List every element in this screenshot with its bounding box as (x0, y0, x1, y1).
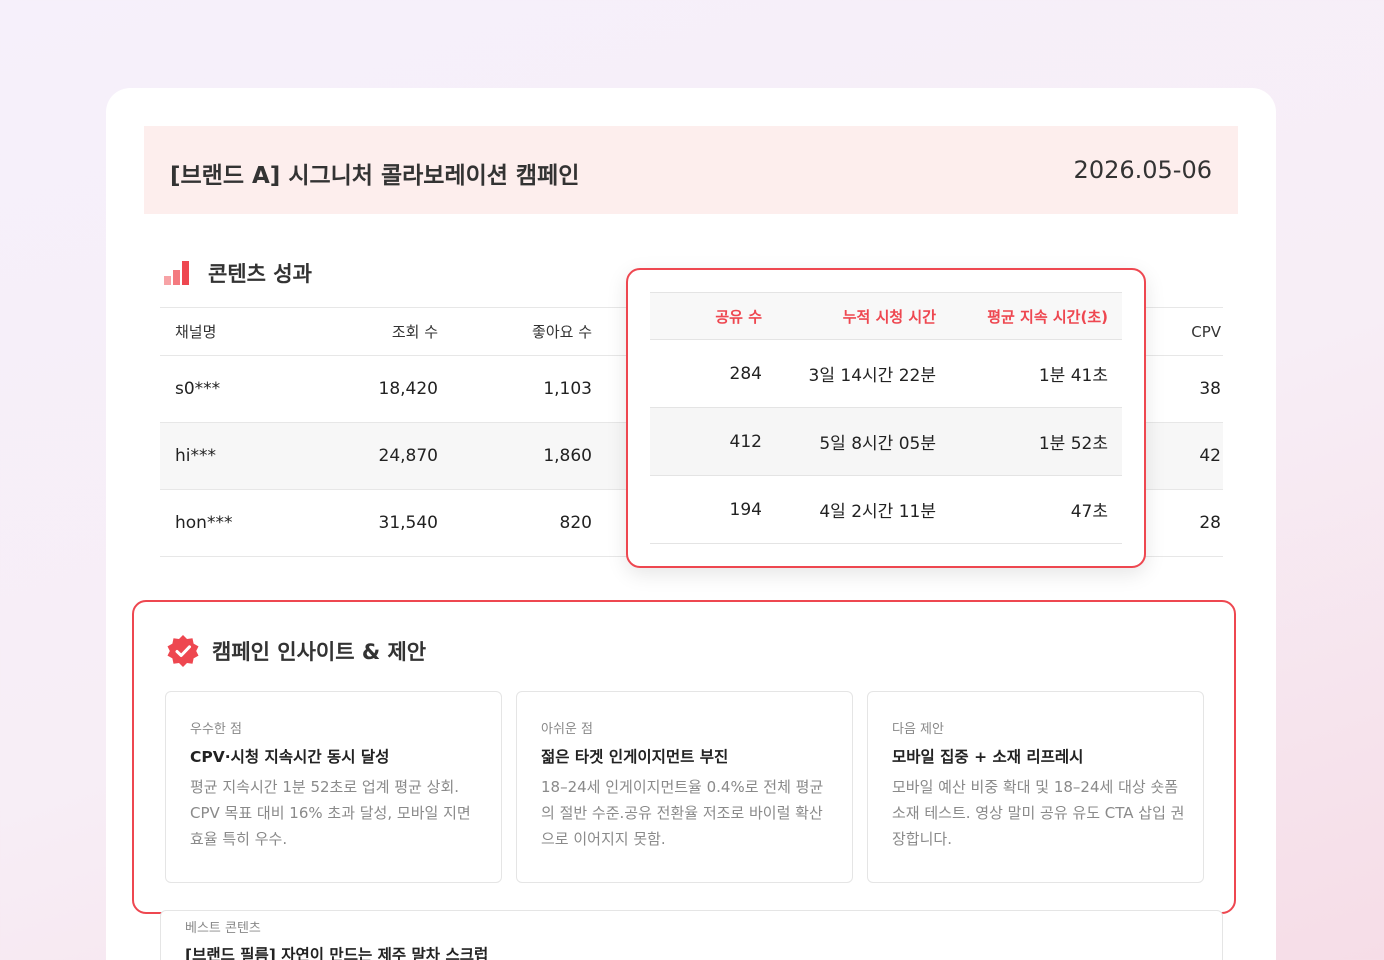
avg-duration-value: 1분 41초 (1038, 366, 1108, 386)
header-views: 조회 수 (391, 323, 438, 341)
insight-card-next-proposal: 다음 제안 모바일 집중 + 소재 리프레시 모바일 예산 비중 확대 및 18… (867, 691, 1204, 883)
cumulative-watch-time-value: 5일 8시간 05분 (819, 434, 936, 454)
shares-value: 284 (729, 363, 762, 384)
highlighted-metrics-panel: 공유 수 누적 시청 시간 평균 지속 시간(초) 284 3일 14시간 22… (626, 268, 1146, 568)
campaign-date: 2026.05-06 (1073, 156, 1212, 184)
header-likes: 좋아요 수 (532, 323, 592, 341)
content-performance-heading: 콘텐츠 성과 (164, 258, 312, 288)
insight-title: 젊은 타겟 인게이지먼트 부진 (541, 748, 729, 766)
insight-label: 아쉬운 점 (541, 722, 593, 737)
campaign-header: [브랜드 A] 시그니처 콜라보레이션 캠페인 2026.05-06 (144, 126, 1238, 214)
shares-value: 194 (729, 499, 762, 520)
best-content-label: 베스트 콘텐츠 (185, 921, 261, 936)
shares-value: 412 (729, 431, 762, 452)
header-avg-duration: 평균 지속 시간(초) (987, 307, 1108, 326)
bar-chart-icon (164, 261, 194, 285)
insights-title: 캠페인 인사이트 & 제안 (212, 640, 427, 664)
cpv-value: 42 (1199, 446, 1221, 466)
insight-title: CPV·시청 지속시간 동시 달성 (190, 748, 390, 766)
header-cumulative-watch-time: 누적 시청 시간 (842, 307, 936, 326)
insights-heading: 캠페인 인사이트 & 제안 (166, 634, 426, 668)
views-value: 31,540 (378, 513, 438, 533)
highlight-header-row: 공유 수 누적 시청 시간 평균 지속 시간(초) (650, 292, 1122, 340)
campaign-title: [브랜드 A] 시그니처 콜라보레이션 캠페인 (170, 163, 580, 189)
avg-duration-value: 1분 52초 (1038, 434, 1108, 454)
views-value: 24,870 (378, 446, 438, 466)
cumulative-watch-time-value: 3일 14시간 22분 (808, 366, 936, 386)
insight-body: 18–24세 인게이지먼트율 0.4%로 전체 평균의 절반 수준.공유 전환율… (541, 778, 824, 848)
header-cpv: CPV (1191, 322, 1221, 341)
verified-badge-icon (167, 635, 199, 667)
likes-value: 1,860 (543, 446, 592, 466)
campaign-insights-panel: 캠페인 인사이트 & 제안 우수한 점 CPV·시청 지속시간 동시 달성 평균… (132, 600, 1236, 914)
cumulative-watch-time-value: 4일 2시간 11분 (819, 502, 936, 522)
header-channel: 채널명 (175, 323, 217, 341)
header-shares: 공유 수 (715, 307, 762, 326)
section-title: 콘텐츠 성과 (208, 262, 312, 286)
highlighted-metrics-table: 공유 수 누적 시청 시간 평균 지속 시간(초) 284 3일 14시간 22… (650, 292, 1122, 544)
avg-duration-value: 47초 (1070, 502, 1108, 522)
cpv-value: 38 (1199, 379, 1221, 399)
insight-title: 모바일 집중 + 소재 리프레시 (892, 748, 1084, 766)
insight-label: 우수한 점 (190, 722, 242, 737)
insight-card-weaknesses: 아쉬운 점 젊은 타겟 인게이지먼트 부진 18–24세 인게이지먼트율 0.4… (516, 691, 853, 883)
insight-body: 모바일 예산 비중 확대 및 18–24세 대상 숏폼 소재 테스트. 영상 말… (892, 778, 1185, 848)
channel-name: s0*** (175, 379, 221, 399)
insight-body: 평균 지속시간 1분 52초로 업계 평균 상회. CPV 목표 대비 16% … (190, 778, 471, 848)
views-value: 18,420 (378, 379, 438, 399)
likes-value: 820 (559, 513, 592, 533)
insight-label: 다음 제안 (892, 722, 944, 737)
highlight-row: 412 5일 8시간 05분 1분 52초 (650, 408, 1122, 476)
best-content-title: [브랜드 필름] 자연이 만드는 제주 말차 스크럽 (185, 946, 489, 960)
channel-name: hon*** (175, 513, 233, 533)
likes-value: 1,103 (543, 379, 592, 399)
insight-card-strengths: 우수한 점 CPV·시청 지속시간 동시 달성 평균 지속시간 1분 52초로 … (165, 691, 502, 883)
best-content-card: 베스트 콘텐츠 [브랜드 필름] 자연이 만드는 제주 말차 스크럽 (160, 910, 1223, 960)
highlight-row: 284 3일 14시간 22분 1분 41초 (650, 340, 1122, 408)
cpv-value: 28 (1199, 513, 1221, 533)
highlight-row: 194 4일 2시간 11분 47초 (650, 476, 1122, 544)
channel-name: hi*** (175, 446, 216, 466)
